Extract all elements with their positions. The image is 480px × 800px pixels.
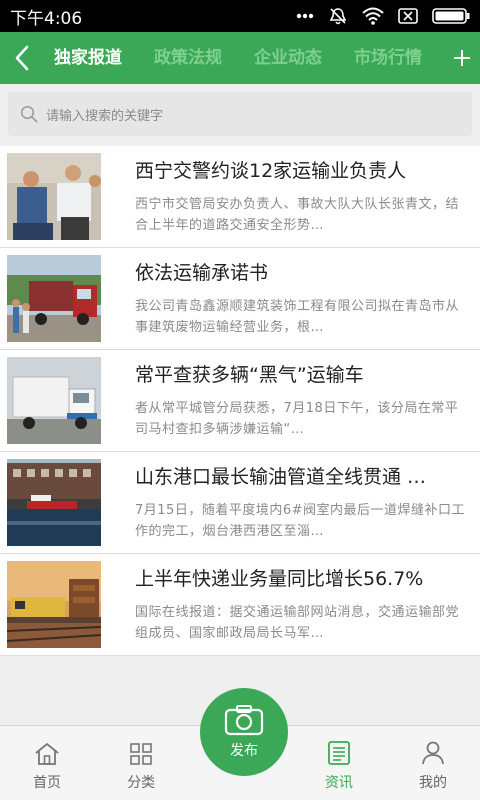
news-summary: 者从常平城管分局获悉，7月18日下午，该分局在常平司马村查扣多辆涉嫌运输“… [135,400,459,437]
news-summary: 西宁市交管局安办负责人、事故大队大队长张青文，结合上半年的道路交通安全形势… [135,196,460,233]
user-icon [422,741,444,765]
camera-icon [224,705,264,736]
status-icons [296,6,470,26]
news-item[interactable]: 西宁交警约谈12家运输业负责人 西宁市交管局安办负责人、事故大队大队长张青文，结… [0,146,480,248]
tab-policy-regulations[interactable]: 政策法规 [138,32,238,84]
bottom-nav-category[interactable]: 分类 [94,726,188,800]
news-item[interactable]: 山东港口最长输油管道全线贯通 … 7月15日，随着平度境内6#阀室内最后一道焊缝… [0,452,480,554]
status-bar: 下午4:06 [0,0,480,32]
news-item[interactable]: 常平查获多辆“黑气”运输车 者从常平城管分局获悉，7月18日下午，该分局在常平司… [0,350,480,452]
bottom-nav-label: 首页 [33,775,62,791]
tab-company-news[interactable]: 企业动态 [238,32,338,84]
bottom-nav-label: 资讯 [324,775,353,791]
news-title: 依法运输承诺书 [135,261,269,284]
tab-market-quotes[interactable]: 市场行情 [338,32,438,84]
bottom-nav-news[interactable]: 资讯 [292,726,386,800]
news-summary: 国际在线报道：据交通运输部网站消息，交通运输部党组成员、国家邮政局局长马军… [135,604,460,641]
dots-icon [296,13,314,19]
bottom-nav-label: 我的 [418,775,447,791]
news-summary: 7月15日，随着平度境内6#阀室内最后一道焊缝补口工作的完工，烟台港西港区至淄… [135,502,465,539]
mute-icon [328,6,348,26]
tab-exclusive-report[interactable]: 独家报道 [44,32,138,84]
grid-icon [130,743,152,765]
bottom-nav-home[interactable]: 首页 [0,726,94,800]
news-item[interactable]: 上半年快递业务量同比增长56.7% 国际在线报道：据交通运输部网站消息，交通运输… [0,554,480,656]
news-title: 山东港口最长输油管道全线贯通 … [135,465,427,488]
add-tab-button[interactable] [444,32,480,84]
news-icon [327,741,350,765]
back-arrow-icon [15,45,29,71]
home-icon [35,742,59,765]
news-thumbnail [7,153,101,240]
publish-button[interactable]: 发布 [200,688,288,776]
news-title: 西宁交警约谈12家运输业负责人 [135,159,407,182]
wifi-icon [362,7,384,25]
category-tabs: 独家报道 政策法规 企业动态 市场行情 [44,32,444,84]
news-title: 上半年快递业务量同比增长56.7% [135,567,424,590]
news-summary: 我公司青岛鑫源顺建筑装饰工程有限公司拟在青岛市从事建筑废物运输经营业务，根… [135,298,460,335]
search-area: 请输入搜索的关键字 [0,84,480,144]
sim-icon [398,8,418,24]
publish-label: 发布 [230,743,258,759]
news-thumbnail [7,255,101,342]
news-list: 西宁交警约谈12家运输业负责人 西宁市交管局安办负责人、事故大队大队长张青文，结… [0,146,480,656]
bottom-nav-label: 分类 [127,775,156,791]
search-icon [20,105,38,123]
search-placeholder: 请输入搜索的关键字 [46,108,164,124]
search-input[interactable]: 请输入搜索的关键字 [8,92,472,136]
plus-icon [454,50,470,66]
news-thumbnail [7,357,101,444]
bottom-nav-mine[interactable]: 我的 [386,726,480,800]
status-time: 下午4:06 [10,8,83,29]
news-thumbnail [7,561,101,648]
back-button[interactable] [0,32,44,84]
battery-icon [432,8,470,24]
news-thumbnail [7,459,101,546]
news-item[interactable]: 依法运输承诺书 我公司青岛鑫源顺建筑装饰工程有限公司拟在青岛市从事建筑废物运输经… [0,248,480,350]
top-nav-bar: 独家报道 政策法规 企业动态 市场行情 [0,32,480,84]
news-title: 常平查获多辆“黑气”运输车 [135,363,364,386]
